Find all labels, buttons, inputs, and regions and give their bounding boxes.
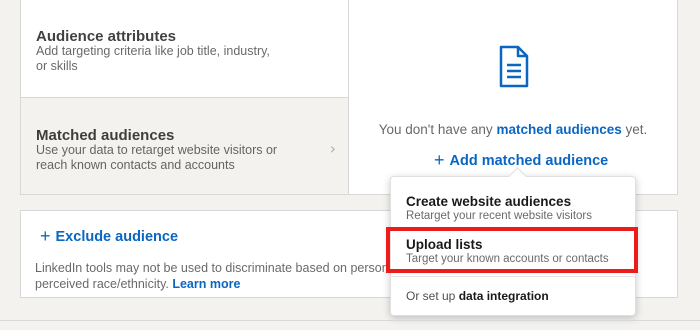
exclude-audience-label: Exclude audience xyxy=(55,229,179,245)
document-icon xyxy=(499,45,529,88)
dropdown-divider xyxy=(391,276,635,277)
upload-lists-option[interactable]: Upload lists Target your known accounts … xyxy=(391,237,635,265)
create-website-audiences-option[interactable]: Create website audiences Retarget your r… xyxy=(391,194,635,222)
disclaimer-line-2: perceived race/ethnicity. Learn more xyxy=(35,276,395,292)
matched-audiences-option[interactable]: Matched audiences Use your data to retar… xyxy=(21,98,348,194)
matched-audiences-link[interactable]: matched audiences xyxy=(496,122,621,137)
plus-icon: + xyxy=(434,150,445,170)
data-integration-link[interactable]: data integration xyxy=(459,289,549,303)
add-matched-audience-button[interactable]: + Add matched audience xyxy=(434,149,608,170)
disclaimer-line-2-text: perceived race/ethnicity. xyxy=(35,277,173,291)
targeting-options: Audience attributes Add targeting criter… xyxy=(21,0,349,194)
audience-attributes-option[interactable]: Audience attributes Add targeting criter… xyxy=(21,0,348,98)
empty-state-prefix: You don't have any xyxy=(378,122,497,137)
data-integration-option[interactable]: Or set up data integration xyxy=(406,289,549,303)
upload-lists-title: Upload lists xyxy=(406,237,483,252)
audience-attributes-description: Add targeting criteria like job title, i… xyxy=(36,44,270,73)
disclaimer-line-1: LinkedIn tools may not be used to discri… xyxy=(35,261,395,275)
page-divider xyxy=(0,320,700,321)
plus-icon: + xyxy=(40,226,51,246)
upload-lists-description: Target your known accounts or contacts xyxy=(406,253,609,265)
learn-more-link[interactable]: Learn more xyxy=(172,277,240,291)
matched-audiences-title: Matched audiences xyxy=(36,127,175,144)
create-website-audiences-description: Retarget your recent website visitors xyxy=(406,210,592,222)
empty-state-suffix: yet. xyxy=(621,122,648,137)
integration-prefix: Or set up xyxy=(406,289,459,303)
audience-attributes-title: Audience attributes xyxy=(36,28,177,45)
exclude-audience-button[interactable]: + Exclude audience xyxy=(40,225,178,246)
create-website-audiences-title: Create website audiences xyxy=(406,194,572,209)
targeting-panel: Audience attributes Add targeting criter… xyxy=(20,0,678,195)
chevron-right-icon: › xyxy=(329,139,336,158)
matched-audiences-description: Use your data to retarget website visito… xyxy=(36,143,278,172)
add-matched-audience-label: Add matched audience xyxy=(449,153,609,169)
empty-state-message: You don't have any matched audiences yet… xyxy=(349,122,677,137)
discrimination-disclaimer: LinkedIn tools may not be used to discri… xyxy=(35,260,395,292)
add-audience-dropdown: Create website audiences Retarget your r… xyxy=(390,167,636,316)
matched-audiences-empty-state: You don't have any matched audiences yet… xyxy=(349,0,677,194)
